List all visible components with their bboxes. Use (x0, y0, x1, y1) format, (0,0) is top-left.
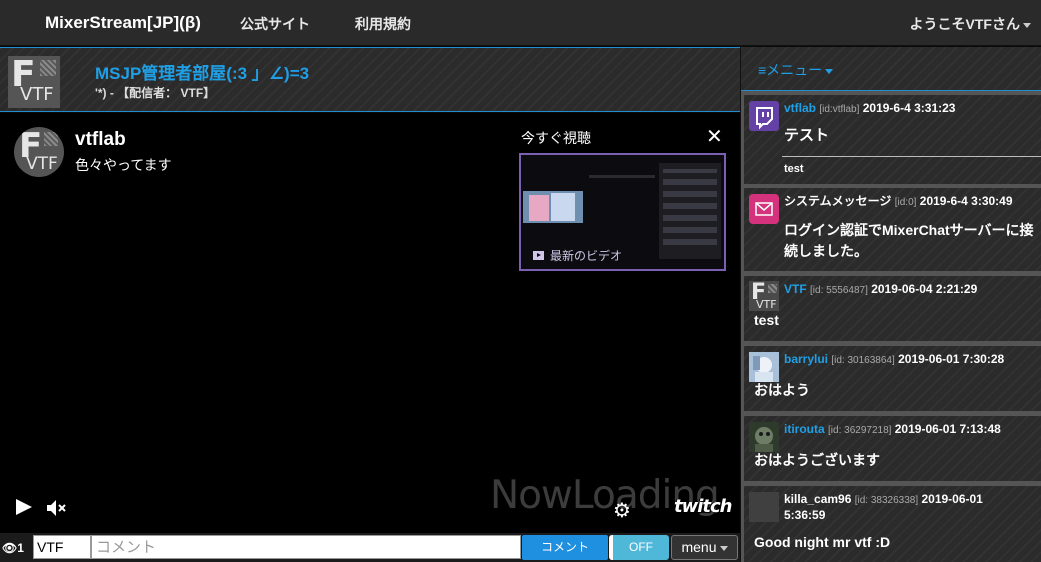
chevron-down-icon (825, 68, 834, 74)
chat-message: itirouta [id: 36297218] 2019-06-01 7:13:… (744, 416, 1041, 481)
menu-button[interactable]: menu (671, 535, 738, 560)
user-avatar (749, 422, 779, 452)
message-header: VTF [id: 5556487] 2019-06-04 2:21:29 (784, 282, 977, 298)
message-header: killa_cam96 [id: 38326338] 2019-06-01 5:… (784, 492, 1004, 522)
gear-icon[interactable]: ⚙ (613, 498, 631, 523)
message-header: システムメッセージ [id:0] 2019-6-4 3:30:49 (784, 194, 1013, 210)
room-subtitle: '*) - 【配信者： VTF】 (95, 86, 216, 100)
chat-message: F VTF VTF [id: 5556487] 2019-06-04 2:21:… (744, 276, 1041, 341)
channel-description: 色々やってます (75, 157, 172, 173)
message-body: おはようございます (754, 452, 880, 468)
brand-link[interactable]: MixerStream[JP](β) (45, 13, 201, 33)
message-user[interactable]: barrylui (784, 352, 828, 366)
message-time: 2019-06-01 7:30:28 (898, 352, 1005, 366)
latest-video-card[interactable]: 最新のビデオ (519, 153, 726, 271)
sidebar-menu-dropdown[interactable]: ≡メニュー (758, 60, 834, 80)
twitch-logo[interactable]: twitch (674, 496, 732, 517)
channel-header: F VTF MSJP管理者部屋(:3 」∠)=3 '*) - 【配信者： VTF… (0, 47, 740, 112)
official-site-link[interactable]: 公式サイト (240, 14, 310, 34)
latest-video-label: 最新のビデオ (533, 247, 622, 264)
message-user[interactable]: システムメッセージ (784, 194, 891, 208)
comment-bar: 👁1 コメント OFF menu (0, 533, 740, 562)
message-user[interactable]: killa_cam96 (784, 492, 851, 506)
message-time: 2019-6-4 3:31:23 (862, 101, 956, 115)
message-user-id: [id: 30163864] (831, 355, 895, 366)
message-divider (782, 156, 1041, 157)
mail-icon (749, 194, 779, 224)
message-body: おはよう (754, 382, 810, 398)
message-user-id: [id: 5556487] (810, 285, 868, 296)
user-avatar (749, 492, 779, 522)
viewer-count: 👁1 (2, 541, 24, 555)
message-header: vtflab [id:vtflab] 2019-6-4 3:31:23 (784, 101, 955, 117)
message-time: 2019-06-01 7:13:48 (894, 422, 1001, 436)
chat-message: killa_cam96 [id: 38326338] 2019-06-01 5:… (744, 486, 1041, 562)
sidebar-header: ≡メニュー (741, 47, 1041, 91)
user-menu-dropdown[interactable]: ようこそVTFさん (910, 14, 1031, 34)
chat-message: barrylui [id: 30163864] 2019-06-01 7:30:… (744, 346, 1041, 411)
message-body: test (784, 163, 804, 175)
name-input[interactable] (33, 535, 91, 559)
top-navbar: MixerStream[JP](β) 公式サイト 利用規約 ようこそVTFさん (0, 0, 1041, 46)
eye-icon: 👁 (2, 541, 18, 555)
message-body: ログイン認証でMixerChatサーバーに接続しました。 (784, 222, 1034, 259)
chat-message: システムメッセージ [id:0] 2019-6-4 3:30:49 ログイン認証… (744, 188, 1041, 271)
off-toggle[interactable]: OFF (609, 535, 669, 560)
comment-button[interactable]: コメント (522, 535, 608, 560)
play-square-icon (533, 251, 544, 260)
chat-sidebar: ≡メニュー vtflab [id:vtflab] 2019-6-4 3:31:2… (740, 47, 1041, 562)
message-title: テスト (784, 127, 830, 144)
message-user[interactable]: itirouta (784, 422, 825, 436)
twitch-icon (749, 101, 779, 131)
message-time: 2019-6-4 3:30:49 (919, 194, 1013, 208)
chevron-down-icon (1023, 22, 1031, 28)
welcome-label: ようこそVTFさん (909, 16, 1020, 32)
vtf-logo: F VTF (8, 56, 60, 108)
message-user-id: [id: 38326338] (854, 495, 919, 506)
channel-avatar: F VTF (14, 127, 64, 177)
message-user-id: [id: 36297218] (828, 425, 892, 436)
message-body: Good night mr vtf :D (754, 534, 891, 550)
message-user[interactable]: vtflab (784, 101, 816, 115)
message-time: 2019-06-04 2:21:29 (871, 282, 978, 296)
vtf-logo: F VTF (749, 281, 779, 311)
close-icon[interactable]: ✕ (706, 124, 723, 149)
message-user-id: [id:vtflab] (819, 104, 860, 115)
watch-now-label: 今すぐ視聴 (521, 130, 591, 146)
channel-name: vtflab (75, 129, 126, 150)
message-user[interactable]: VTF (784, 282, 807, 296)
video-player[interactable]: F VTF vtflab 色々やってます 今すぐ視聴 ✕ 最新のビデオ NowL… (0, 113, 740, 533)
message-header: barrylui [id: 30163864] 2019-06-01 7:30:… (784, 352, 1004, 368)
room-title: MSJP管理者部屋(:3 」∠)=3 (95, 64, 310, 83)
play-icon[interactable] (12, 496, 34, 518)
message-header: itirouta [id: 36297218] 2019-06-01 7:13:… (784, 422, 1001, 438)
message-user-id: [id:0] (894, 197, 917, 208)
mute-icon[interactable] (45, 498, 69, 518)
terms-link[interactable]: 利用規約 (355, 14, 411, 34)
chevron-down-icon (719, 545, 728, 551)
chat-message: vtflab [id:vtflab] 2019-6-4 3:31:23 テスト … (744, 95, 1041, 184)
message-body: test (754, 312, 779, 328)
user-avatar (749, 352, 779, 382)
comment-input[interactable] (91, 535, 521, 559)
